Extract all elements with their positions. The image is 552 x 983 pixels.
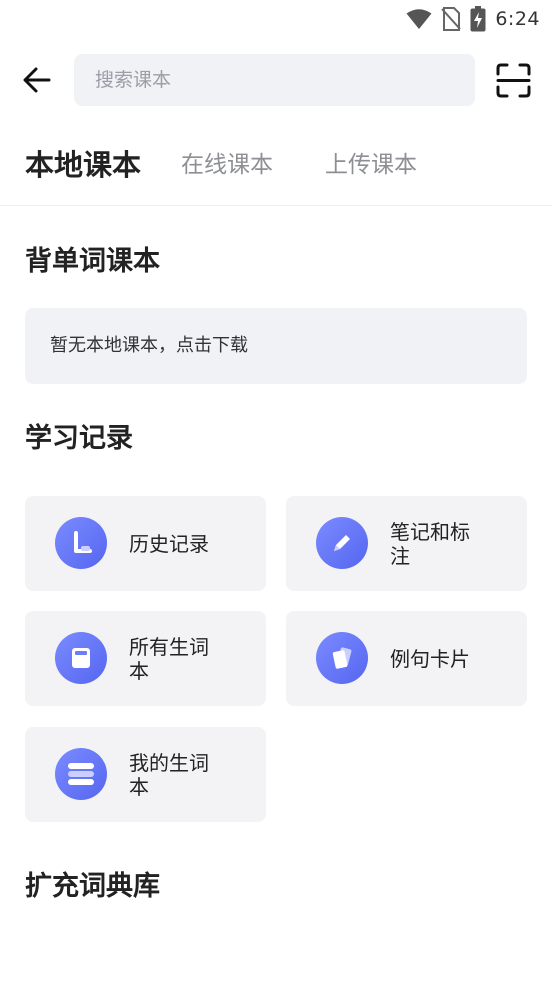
section-title-study-records: 学习记录 xyxy=(25,423,133,454)
wordbook-icon xyxy=(55,632,107,684)
wifi-icon xyxy=(406,9,432,29)
section-title-dictionaries: 扩充词典库 xyxy=(25,871,160,902)
cards-icon xyxy=(316,632,368,684)
clock-icon xyxy=(55,517,107,569)
status-bar: 6:24 xyxy=(0,0,552,36)
status-time: 6:24 xyxy=(495,8,540,30)
no-sim-icon xyxy=(441,7,462,31)
card-label: 例句卡片 xyxy=(390,646,470,671)
empty-books-text: 暂无本地课本，点击下载 xyxy=(50,335,248,356)
status-icons: 6:24 xyxy=(406,6,540,32)
section-title-vocab-books: 背单词课本 xyxy=(25,246,160,277)
card-example-cards[interactable]: 例句卡片 xyxy=(286,611,527,706)
tab-bar: 本地课本 在线课本 上传课本 xyxy=(0,140,552,190)
card-my-wordbook[interactable]: 我的生词本 xyxy=(25,727,266,822)
search-input[interactable] xyxy=(74,54,475,106)
search-box[interactable] xyxy=(74,54,475,106)
tab-upload-books[interactable]: 上传课本 xyxy=(325,140,417,190)
download-books-banner[interactable]: 暂无本地课本，点击下载 xyxy=(25,308,527,384)
card-label: 笔记和标注 xyxy=(390,519,470,568)
pencil-icon xyxy=(316,517,368,569)
card-history[interactable]: 历史记录 xyxy=(25,496,266,591)
card-label: 我的生词本 xyxy=(129,750,209,799)
scan-button[interactable] xyxy=(496,63,531,98)
arrow-left-icon xyxy=(23,67,51,93)
back-button[interactable] xyxy=(20,64,54,96)
tab-online-books[interactable]: 在线课本 xyxy=(181,140,273,190)
card-all-wordbooks[interactable]: 所有生词本 xyxy=(25,611,266,706)
card-notes[interactable]: 笔记和标注 xyxy=(286,496,527,591)
battery-charging-icon xyxy=(470,6,486,32)
list-icon xyxy=(55,748,107,800)
tab-local-books[interactable]: 本地课本 xyxy=(25,140,141,190)
divider xyxy=(0,205,552,206)
top-bar xyxy=(0,54,552,106)
card-label: 历史记录 xyxy=(129,531,209,556)
card-label: 所有生词本 xyxy=(129,634,209,683)
scan-icon xyxy=(496,63,531,98)
